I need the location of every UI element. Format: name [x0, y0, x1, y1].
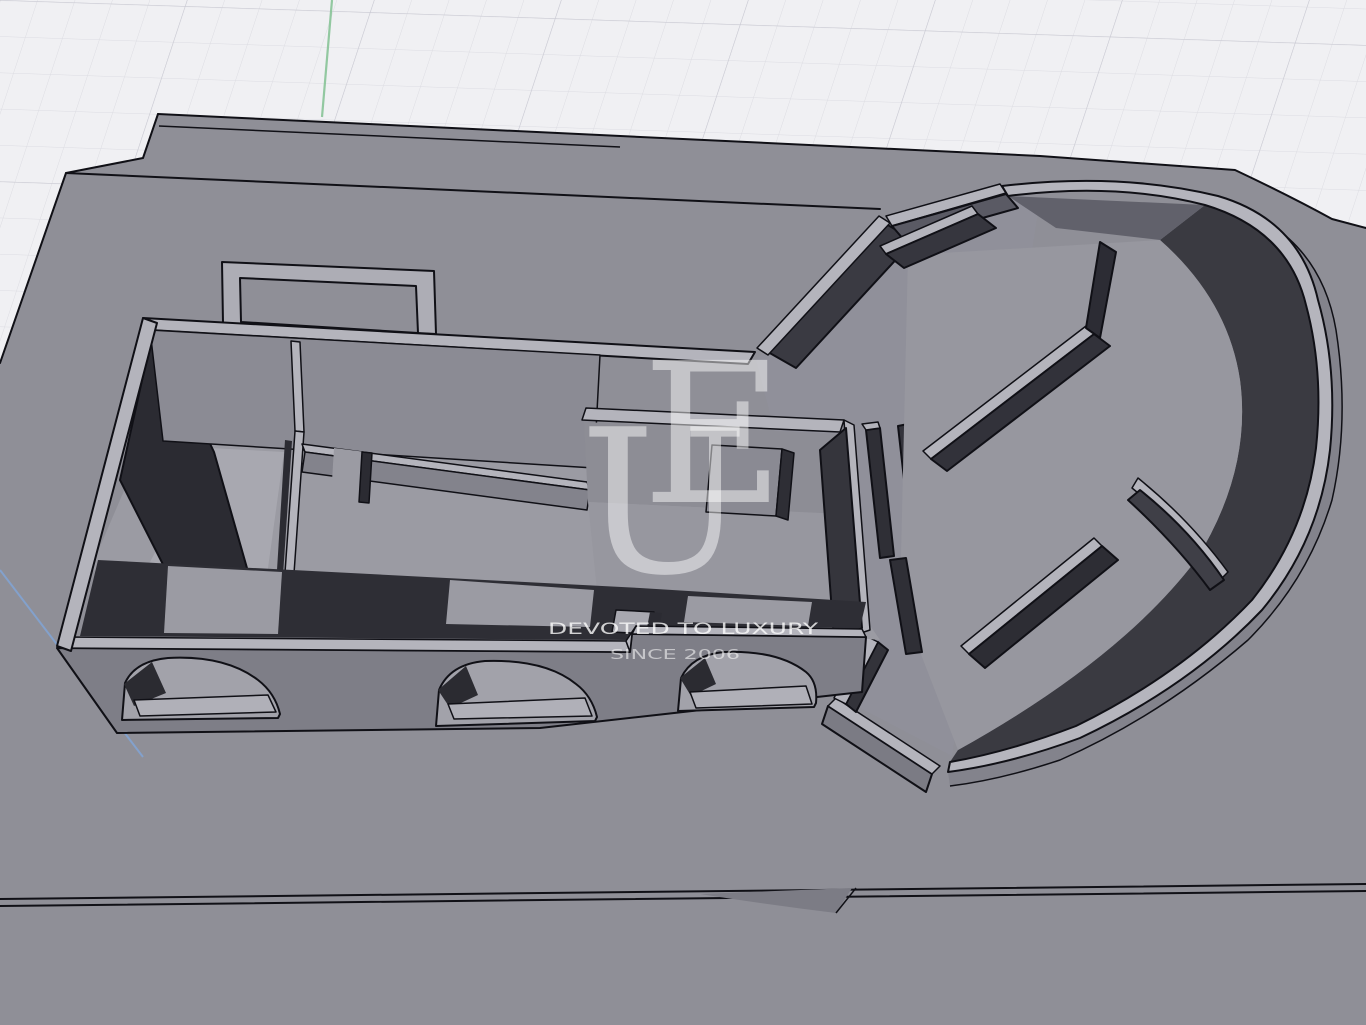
model-viewport[interactable]: E U DEVOTED TO LUXURY SINCE 2006: [0, 0, 1366, 1025]
scene-canvas: E U DEVOTED TO LUXURY SINCE 2006: [0, 0, 1366, 1025]
watermark-tagline: DEVOTED TO LUXURY: [548, 619, 818, 638]
watermark-since: SINCE 2006: [610, 648, 740, 663]
watermark-monogram-u: U: [580, 387, 749, 620]
